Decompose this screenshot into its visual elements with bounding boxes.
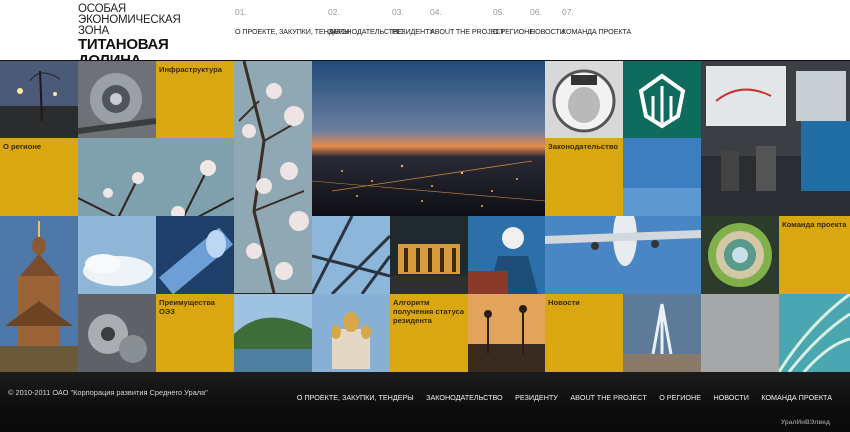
photo-theater-night: [390, 216, 468, 294]
tile-resident-algorithm[interactable]: Алгоритм получения статуса резидента: [390, 294, 468, 372]
tile-label: Алгоритм получения статуса резидента: [393, 298, 465, 325]
tile-label: Новости: [548, 298, 580, 307]
tile-news[interactable]: Новости: [545, 294, 623, 372]
tile-legislation[interactable]: Законодательство: [545, 138, 623, 216]
nav-number: 06.: [530, 7, 542, 17]
tile-region[interactable]: О регионе: [0, 138, 78, 216]
photo-river-hills: [234, 294, 312, 372]
tile-label: Инфраструктура: [159, 65, 222, 74]
nav-item-resident[interactable]: 03. РЕЗИДЕНТУ: [392, 6, 434, 36]
photo-city-night-aerial: [312, 61, 545, 216]
footer-link-news[interactable]: НОВОСТИ: [713, 393, 748, 402]
footer-link-team[interactable]: КОМАНДА ПРОЕКТА: [761, 393, 832, 402]
photo-fountain: [623, 294, 701, 372]
tile-label: Преимущества ОЭЗ: [159, 298, 215, 316]
photo-cherry-blossom: [234, 61, 312, 293]
photo-clouds: [78, 216, 156, 294]
photo-wooden-church: [0, 216, 78, 372]
copyright-text: © 2010-2011 ОАО "Корпорация развития Сре…: [8, 388, 208, 397]
tile-advantages[interactable]: Преимущества ОЭЗ: [156, 294, 234, 372]
photo-sky-blue: [623, 138, 701, 216]
site-footer: © 2010-2011 ОАО "Корпорация развития Сре…: [0, 372, 850, 432]
nav-label: РЕЗИДЕНТУ: [392, 27, 434, 36]
footer-link-region[interactable]: О РЕГИОНЕ: [659, 393, 701, 402]
nav-item-region[interactable]: 05. О РЕГИОНЕ: [493, 6, 534, 36]
nav-label: О РЕГИОНЕ: [493, 27, 534, 36]
photo-workers: [468, 216, 546, 294]
tile-team[interactable]: Команда проекта: [779, 216, 850, 294]
nav-number: 05.: [493, 7, 505, 17]
photo-emblem: [623, 61, 701, 138]
photo-sunset-lamps: [468, 294, 546, 372]
tile-infrastructure[interactable]: Инфраструктура: [156, 61, 234, 138]
tile-empty-gray: [701, 294, 779, 372]
nav-label: НОВОСТИ: [530, 27, 565, 36]
photo-grass-closeup: [779, 294, 850, 372]
nav-item-team[interactable]: 07. КОМАНДА ПРОЕКТА: [562, 6, 631, 36]
nav-number: 07.: [562, 7, 574, 17]
photo-titanium-coil: [701, 216, 779, 294]
site-header: ОСОБАЯ ЭКОНОМИЧЕСКАЯ ЗОНА ТИТАНОВАЯ ДОЛИ…: [0, 0, 850, 69]
footer-link-resident[interactable]: РЕЗИДЕНТУ: [515, 393, 558, 402]
photo-airplane: [545, 216, 701, 294]
photo-engine-parts: [78, 294, 156, 372]
footer-link-about[interactable]: О ПРОЕКТЕ, ЗАКУПКИ, ТЕНДЕРЫ: [297, 393, 414, 402]
tile-label: Команда проекта: [782, 220, 847, 229]
photo-pipe-industrial: [156, 216, 234, 294]
photo-cathedral: [312, 294, 390, 372]
footer-link-legislation[interactable]: ЗАКОНОДАТЕЛЬСТВО: [426, 393, 503, 402]
nav-item-news[interactable]: 06. НОВОСТИ: [530, 6, 565, 36]
photo-exhibition-hall: [701, 61, 850, 216]
tile-label: Законодательство: [548, 142, 619, 151]
photo-mosaic: Инфраструктура О регионе Законодательств…: [0, 61, 850, 372]
tile-label: О регионе: [3, 142, 42, 151]
photo-machine-gears: [78, 61, 156, 138]
footer-nav: О ПРОЕКТЕ, ЗАКУПКИ, ТЕНДЕРЫ ЗАКОНОДАТЕЛЬ…: [289, 387, 832, 405]
nav-number: 03.: [392, 7, 404, 17]
photo-park-night: [0, 61, 78, 138]
photo-cosmonaut: [545, 61, 623, 138]
site-logo[interactable]: ОСОБАЯ ЭКОНОМИЧЕСКАЯ ЗОНА ТИТАНОВАЯ ДОЛИ…: [78, 3, 228, 69]
agency-credit[interactable]: УралИнВЭлвед: [781, 419, 830, 426]
footer-link-about-project-en[interactable]: ABOUT THE PROJECT: [570, 393, 646, 402]
photo-steel-construction: [312, 216, 390, 294]
nav-label: КОМАНДА ПРОЕКТА: [562, 27, 632, 36]
